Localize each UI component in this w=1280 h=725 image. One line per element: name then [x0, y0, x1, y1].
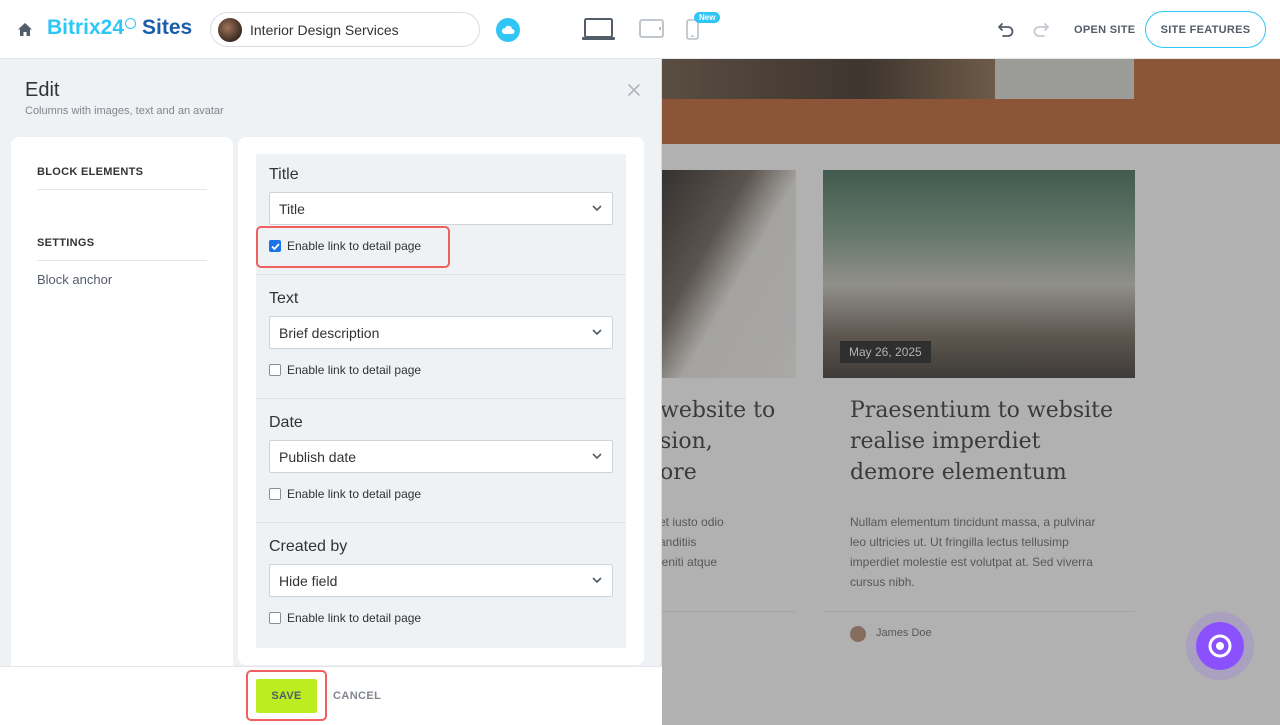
panel-title: Edit	[25, 79, 60, 101]
site-selector[interactable]: Interior Design Services	[210, 12, 480, 47]
home-icon[interactable]	[16, 21, 34, 39]
select-value: Publish date	[279, 448, 357, 465]
logo-sites: Sites	[142, 16, 193, 39]
tablet-view-icon[interactable]	[639, 19, 664, 38]
redo-icon[interactable]	[1032, 21, 1050, 37]
field-divider	[256, 398, 626, 399]
cancel-button[interactable]: CANCEL	[333, 690, 381, 702]
field-label-text: Text	[269, 290, 299, 307]
field-divider	[256, 522, 626, 523]
close-icon[interactable]	[627, 83, 641, 97]
nav-divider	[37, 260, 207, 261]
top-bar: Bitrix24 Sites Interior Design Services …	[0, 0, 1280, 59]
logo-clock-icon	[125, 18, 137, 29]
highlight-frame	[256, 226, 450, 268]
undo-icon[interactable]	[997, 21, 1015, 37]
created-by-select[interactable]: Hide field	[269, 564, 613, 597]
nav-divider	[37, 189, 207, 190]
field-divider	[256, 274, 626, 275]
checkbox[interactable]	[269, 612, 281, 624]
site-name: Interior Design Services	[250, 21, 399, 38]
site-avatar	[218, 17, 242, 42]
select-value: Hide field	[279, 572, 338, 589]
chevron-down-icon	[592, 577, 602, 584]
field-label-created-by: Created by	[269, 538, 348, 555]
checkbox[interactable]	[269, 364, 281, 376]
copilot-assistant-icon[interactable]	[1196, 622, 1244, 670]
date-link-checkbox[interactable]: Enable link to detail page	[269, 487, 421, 501]
created-by-link-checkbox[interactable]: Enable link to detail page	[269, 611, 421, 625]
select-value: Title	[279, 200, 305, 217]
cloud-icon[interactable]	[496, 18, 520, 42]
edit-panel: Edit Columns with images, text and an av…	[0, 59, 662, 725]
panel-subtitle: Columns with images, text and an avatar	[25, 105, 224, 117]
select-value: Brief description	[279, 324, 380, 341]
field-label-date: Date	[269, 414, 303, 431]
text-link-checkbox[interactable]: Enable link to detail page	[269, 363, 421, 377]
form-card: Title Title Enable link to detail page T…	[238, 137, 644, 665]
chevron-down-icon	[592, 205, 602, 212]
site-features-button[interactable]: SITE FEATURES	[1145, 11, 1266, 48]
preview-overlay	[662, 59, 1280, 725]
bitrix24-sites-logo[interactable]: Bitrix24 Sites	[47, 16, 192, 40]
logo-brand: Bitrix24	[47, 16, 125, 39]
checkbox-label: Enable link to detail page	[287, 487, 422, 501]
desktop-view-icon[interactable]	[581, 18, 616, 42]
chevron-down-icon	[592, 329, 602, 336]
highlight-frame	[246, 670, 327, 721]
chevron-down-icon	[592, 453, 602, 460]
nav-block-elements[interactable]: BLOCK ELEMENTS	[37, 166, 143, 178]
nav-settings[interactable]: SETTINGS	[37, 237, 94, 249]
date-select[interactable]: Publish date	[269, 440, 613, 473]
panel-navigation: BLOCK ELEMENTS SETTINGS Block anchor	[11, 137, 233, 677]
panel-footer: SAVE CANCEL	[0, 666, 662, 725]
nav-block-anchor[interactable]: Block anchor	[37, 272, 112, 287]
new-badge: New	[694, 12, 721, 23]
title-select[interactable]: Title	[269, 192, 613, 225]
field-label-title: Title	[269, 166, 299, 183]
checkbox-label: Enable link to detail page	[287, 611, 422, 625]
text-select[interactable]: Brief description	[269, 316, 613, 349]
open-site-link[interactable]: OPEN SITE	[1074, 24, 1135, 36]
checkbox[interactable]	[269, 488, 281, 500]
checkbox-label: Enable link to detail page	[287, 363, 422, 377]
